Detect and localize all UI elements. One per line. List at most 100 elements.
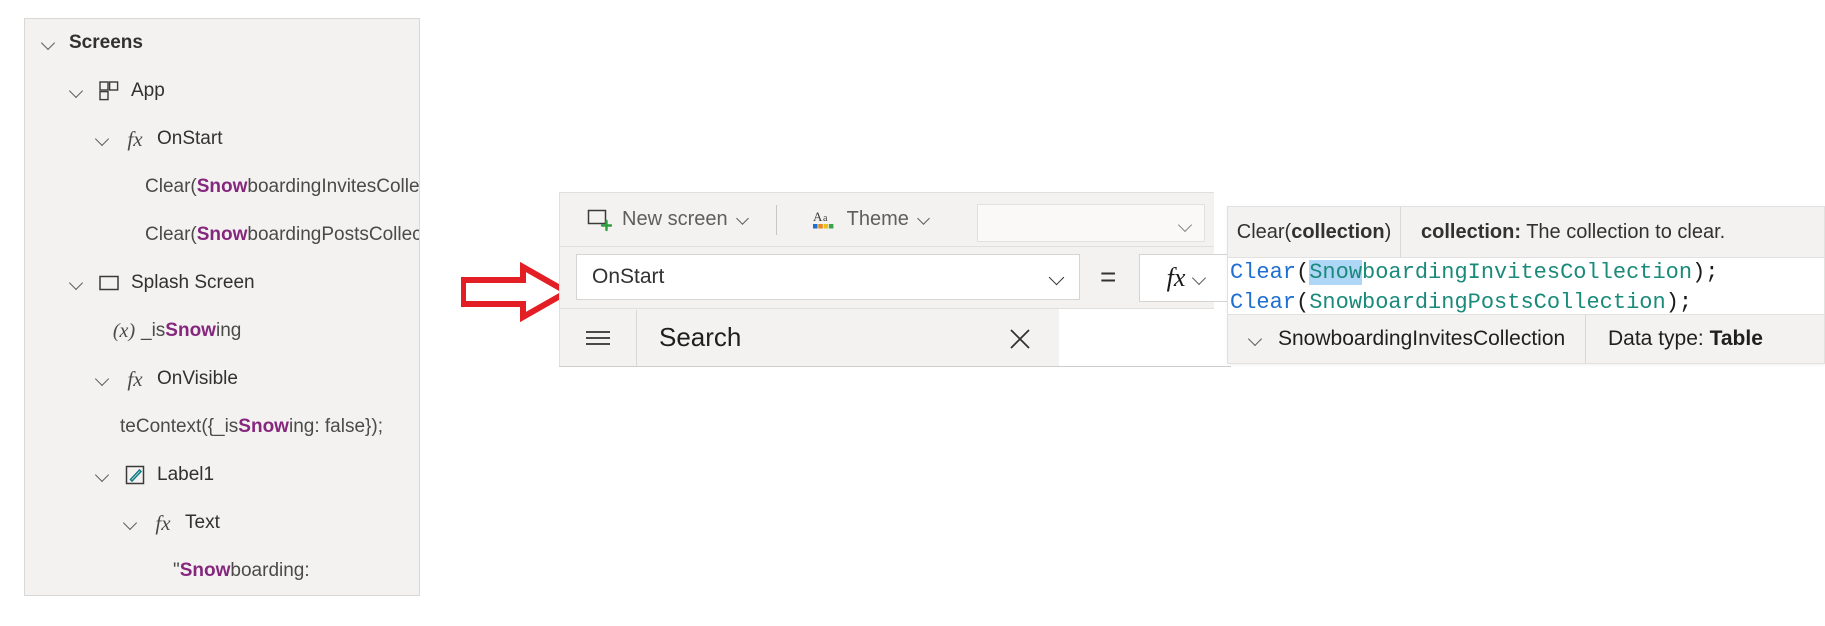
chevron-down-icon[interactable]: [1050, 271, 1065, 286]
fx-icon: fx: [1166, 263, 1186, 292]
signature-param: collection: [1291, 220, 1385, 243]
tree-item-label: OnVisible: [157, 368, 238, 389]
svg-text:A: A: [813, 209, 823, 224]
function-description: collection: The collection to clear.: [1401, 221, 1824, 244]
theme-aa-icon: A a: [811, 208, 837, 232]
red-arrow-annotation: [460, 261, 574, 323]
chevron-down-icon[interactable]: [67, 272, 89, 294]
chevron-down-icon[interactable]: [1179, 219, 1192, 232]
suggestion-item[interactable]: SnowboardingInvitesCollection: [1228, 315, 1586, 363]
toolbar-dropdown-blank[interactable]: [977, 204, 1205, 242]
data-type-value: Table: [1709, 327, 1763, 350]
formula-line-1[interactable]: Clear(SnowboardingInvitesCollection);: [1230, 258, 1824, 288]
chevron-down-icon[interactable]: [93, 368, 115, 390]
variable-name-suffix: ing: [215, 320, 242, 341]
new-screen-label: New screen: [622, 208, 728, 230]
new-screen-icon: [586, 208, 612, 232]
tree-item-formula-line[interactable]: " Snow boarding:: [25, 547, 419, 595]
command-bar: New screen A a Theme: [559, 192, 1214, 247]
label-edit-icon: [123, 463, 147, 487]
formula-line-2[interactable]: Clear(SnowboardingPostsCollection);: [1230, 288, 1824, 314]
formula-text-suffix: boardingPostsCollec...: [247, 224, 420, 245]
code-semicolon: ;: [1678, 290, 1693, 314]
formula-text-match: Snow: [196, 176, 248, 197]
property-selector-row: OnStart =: [559, 247, 1214, 309]
fx-icon: fx: [155, 511, 171, 535]
intellisense-suggestion-row: SnowboardingInvitesCollection Data type:…: [1227, 314, 1825, 364]
tree-item-formula-line[interactable]: Clear(Snow boardingInvitesColle...: [25, 163, 419, 211]
search-input[interactable]: Search: [637, 309, 1059, 366]
formula-text-prefix: teContext({_is: [120, 416, 239, 437]
formula-text-suffix: boardingInvitesColle...: [247, 176, 420, 197]
chevron-down-icon[interactable]: [918, 213, 931, 226]
tree-item-splash-screen[interactable]: Splash Screen: [25, 259, 419, 307]
hamburger-icon[interactable]: [560, 309, 637, 366]
new-screen-button[interactable]: New screen: [574, 200, 762, 240]
formula-text-suffix: ing: false});: [288, 416, 383, 437]
formula-text-match: Snow: [238, 416, 289, 437]
close-icon[interactable]: [1007, 326, 1033, 359]
suggestion-name: SnowboardingInvitesCollection: [1278, 327, 1566, 350]
code-open-paren: (: [1296, 290, 1310, 314]
code-open-paren: (: [1296, 260, 1310, 285]
intellisense-overlay: Clear(collection) collection: The collec…: [1227, 206, 1825, 364]
formula-text-match: Snow: [196, 224, 248, 245]
function-tooltip: Clear(collection) collection: The collec…: [1227, 206, 1825, 258]
tree-item-label: Splash Screen: [131, 272, 255, 293]
tree-item-text-property[interactable]: fx Text: [25, 499, 419, 547]
chevron-down-icon[interactable]: [67, 80, 89, 102]
theme-button[interactable]: A a Theme: [799, 200, 943, 240]
theme-label: Theme: [846, 208, 909, 230]
code-function-name: Clear: [1230, 290, 1297, 314]
chevron-down-icon[interactable]: [1248, 330, 1266, 348]
variable-icon: (x): [112, 320, 136, 342]
tree-item-variable[interactable]: (x) _is Snow ing: [25, 307, 419, 355]
equals-sign: =: [1100, 261, 1117, 292]
formula-text-prefix: ": [173, 560, 180, 581]
tree-item-label: Screens: [69, 32, 143, 53]
tree-item-onvisible[interactable]: fx OnVisible: [25, 355, 419, 403]
formula-text-prefix: Clear(: [145, 224, 197, 245]
tree-item-label: Text: [185, 512, 220, 533]
tree-item-formula-line[interactable]: Clear(Snow boardingPostsCollec...: [25, 211, 419, 259]
code-semicolon: ;: [1705, 260, 1719, 285]
tree-item-label: Label1: [157, 464, 215, 485]
app-grid-icon: [97, 79, 121, 103]
tree-item-formula-line[interactable]: teContext({_is Snow ing: false});: [25, 403, 419, 451]
code-identifier: SnowboardingPostsCollection: [1309, 290, 1666, 314]
tree-item-label: App: [131, 80, 165, 101]
fx-formula-button[interactable]: fx: [1139, 254, 1234, 302]
formula-text-suffix: boarding:: [230, 560, 310, 581]
code-close-paren: ): [1665, 290, 1679, 314]
chevron-down-icon[interactable]: [93, 464, 115, 486]
code-function-name: Clear: [1230, 260, 1297, 285]
chevron-down-icon[interactable]: [737, 213, 750, 226]
fx-icon: fx: [127, 127, 143, 151]
tree-view-panel[interactable]: Screens App fx OnStart Clear(Snow boardin…: [24, 18, 420, 596]
tree-item-app[interactable]: App: [25, 67, 419, 115]
formula-editor[interactable]: Clear(SnowboardingInvitesCollection); Cl…: [1227, 258, 1825, 314]
code-close-paren: ): [1692, 260, 1706, 285]
screen-icon: [97, 271, 121, 295]
svg-text:a: a: [823, 213, 828, 224]
chevron-down-icon[interactable]: [1193, 272, 1206, 285]
data-type-label: Data type:: [1608, 327, 1704, 350]
chevron-down-icon[interactable]: [121, 512, 143, 534]
property-dropdown-value: OnStart: [592, 265, 665, 288]
chevron-down-icon[interactable]: [39, 32, 61, 54]
function-signature: Clear(collection): [1228, 207, 1401, 257]
formula-text-match: Snow: [179, 560, 231, 581]
code-selected-text: Snow: [1309, 260, 1363, 285]
description-text: The collection to clear.: [1526, 220, 1726, 243]
tree-item-label1[interactable]: Label1: [25, 451, 419, 499]
toolbar-divider: [775, 204, 777, 235]
search-input-value: Search: [659, 322, 742, 352]
chevron-down-icon[interactable]: [93, 128, 115, 150]
signature-prefix: Clear(: [1236, 220, 1292, 243]
tree-item-screens[interactable]: Screens: [25, 19, 419, 67]
property-dropdown[interactable]: OnStart: [576, 254, 1080, 300]
signature-suffix: ): [1384, 220, 1392, 243]
tree-item-label: OnStart: [157, 128, 223, 149]
tree-item-onstart[interactable]: fx OnStart: [25, 115, 419, 163]
variable-name-match: Snow: [165, 320, 216, 341]
